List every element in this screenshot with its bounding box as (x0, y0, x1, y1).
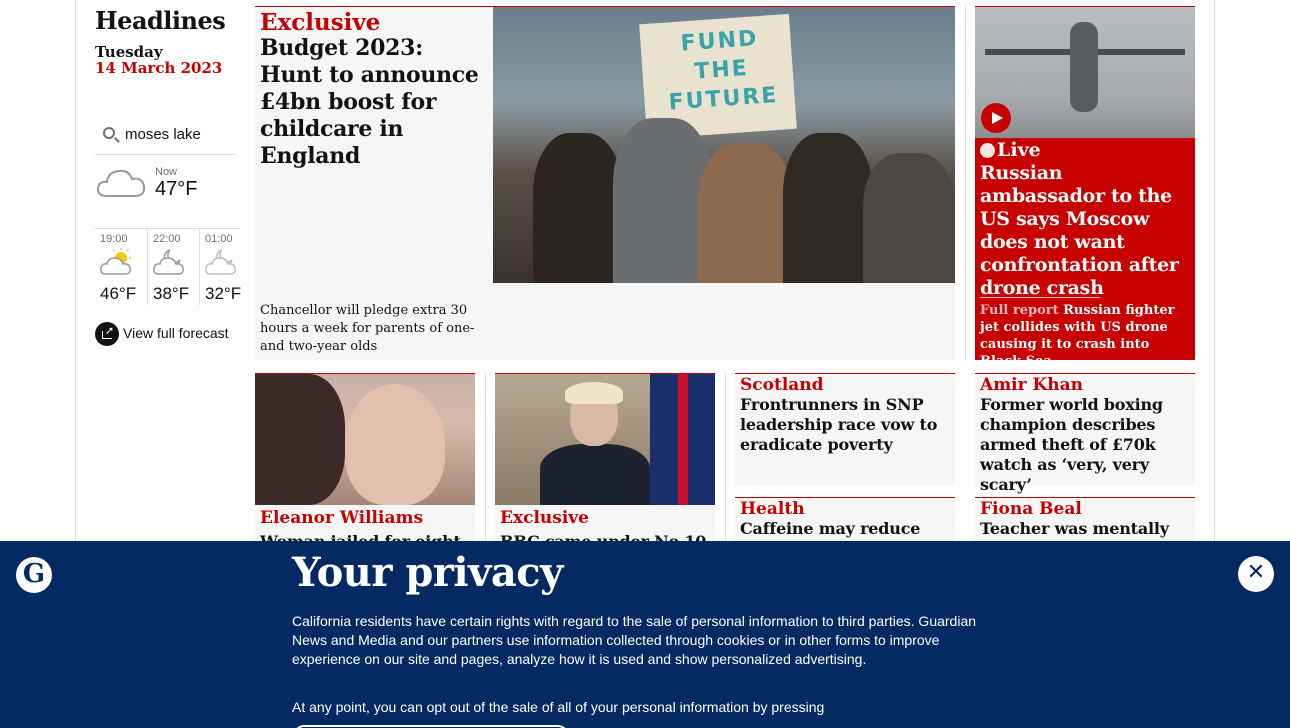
photo-hair (565, 382, 623, 404)
article-card[interactable]: Amir Khan Former world boxing champion d… (975, 373, 1195, 494)
page-title: Headlines (95, 6, 226, 35)
forecast-temperature: 32°F (205, 284, 242, 303)
forecast-time: 19:00 (100, 233, 128, 245)
article-headline[interactable]: Russian ambassador to the US says Moscow… (980, 162, 1192, 300)
live-article-card[interactable]: Live Russian ambassador to the US says M… (975, 6, 1195, 369)
article-kicker: Fiona Beal (980, 499, 1082, 519)
article-card[interactable]: Scotland Frontrunners in SNP leadership … (735, 373, 955, 485)
forecast-temperature: 46°F (100, 284, 137, 303)
divider (980, 297, 1100, 298)
article-image (495, 374, 715, 505)
article-headline[interactable]: Frontrunners in SNP leadership race vow … (740, 395, 952, 455)
forecast-time: 22:00 (153, 233, 181, 245)
crowd-figure (533, 133, 623, 283)
date-full: 14 March 2023 (95, 59, 223, 77)
article-card[interactable]: Exclusive BBC came under No 10 (495, 373, 715, 551)
crowd-figure (783, 133, 873, 283)
column-divider (725, 373, 726, 553)
partly-sunny-icon (100, 248, 131, 275)
close-icon: ✕ (1246, 560, 1266, 585)
live-label: Live (997, 139, 1041, 161)
feature-article-card[interactable]: Exclusive Budget 2023: Hunt to announce … (255, 6, 955, 360)
close-button[interactable]: ✕ (1238, 556, 1274, 592)
article-headline[interactable]: Former world boxing champion describes a… (980, 395, 1192, 495)
photo-face (345, 384, 445, 505)
location-input[interactable]: moses lake (125, 126, 201, 143)
privacy-title: Your privacy (292, 549, 563, 596)
photo-hair (255, 374, 345, 505)
placard-text: FUND THE FUTURE (667, 26, 780, 116)
photo-suit (540, 444, 650, 505)
privacy-opt-out-text: At any point, you can opt out of the sal… (292, 699, 825, 715)
article-kicker: Exclusive (260, 9, 381, 36)
privacy-text: California residents have certain rights… (292, 613, 977, 667)
column-divider (965, 6, 966, 360)
play-icon[interactable] (981, 103, 1011, 133)
article-standfirst: Chancellor will pledge extra 30 hours a … (260, 303, 475, 354)
crowd-figure (698, 143, 793, 283)
article-headline[interactable]: Teacher was mentally (980, 519, 1192, 539)
column-divider (485, 373, 486, 553)
article-kicker: Health (740, 499, 805, 519)
now-temperature: 47°F (155, 178, 198, 200)
article-kicker: Amir Khan (980, 375, 1084, 395)
article-kicker: Scotland (740, 375, 824, 395)
drone-body (1070, 22, 1098, 112)
article-kicker: Eleanor Williams (260, 508, 424, 528)
weather-location-search[interactable]: moses lake (95, 121, 235, 155)
partly-cloudy-night-icon (153, 249, 184, 275)
forecast-item: 22:00 38°F (147, 229, 195, 305)
forecast-item: 19:00 46°F (95, 229, 143, 305)
related-link[interactable]: Full report Russian fighter jet collides… (980, 302, 1192, 370)
union-flag (650, 374, 715, 505)
article-card[interactable]: Fiona Beal Teacher was mentally (975, 497, 1195, 541)
article-card[interactable]: Eleanor Williams Woman jailed for eight (255, 373, 475, 551)
search-icon (103, 127, 115, 139)
article-kicker: Exclusive (500, 508, 589, 528)
article-card[interactable]: Health Caffeine may reduce body (735, 497, 955, 558)
drone-image (975, 7, 1195, 138)
cloud-icon (96, 169, 146, 197)
article-headline[interactable]: Budget 2023: Hunt to announce £4bn boost… (260, 35, 488, 170)
crowd-figure (863, 153, 955, 283)
forecast-time: 01:00 (205, 233, 233, 245)
forecast-temperature: 38°F (153, 284, 190, 303)
now-label: Now (155, 166, 178, 178)
guardian-logo-icon: G (16, 557, 52, 593)
partly-cloudy-night-icon (205, 249, 236, 275)
privacy-banner: G Your privacy California residents have… (0, 541, 1290, 728)
view-full-forecast-label: View full forecast (123, 325, 229, 341)
external-link-icon (95, 322, 119, 346)
forecast-item: 01:00 32°F (199, 229, 247, 305)
hourly-forecast: 19:00 46°F 22:00 38°F 01:00 32°F (95, 228, 241, 305)
feature-image: FUND THE FUTURE (493, 7, 955, 283)
related-kicker: Full report (980, 303, 1059, 318)
live-dot-icon (980, 143, 995, 158)
article-image (255, 374, 475, 505)
logo-letter: G (22, 559, 46, 589)
